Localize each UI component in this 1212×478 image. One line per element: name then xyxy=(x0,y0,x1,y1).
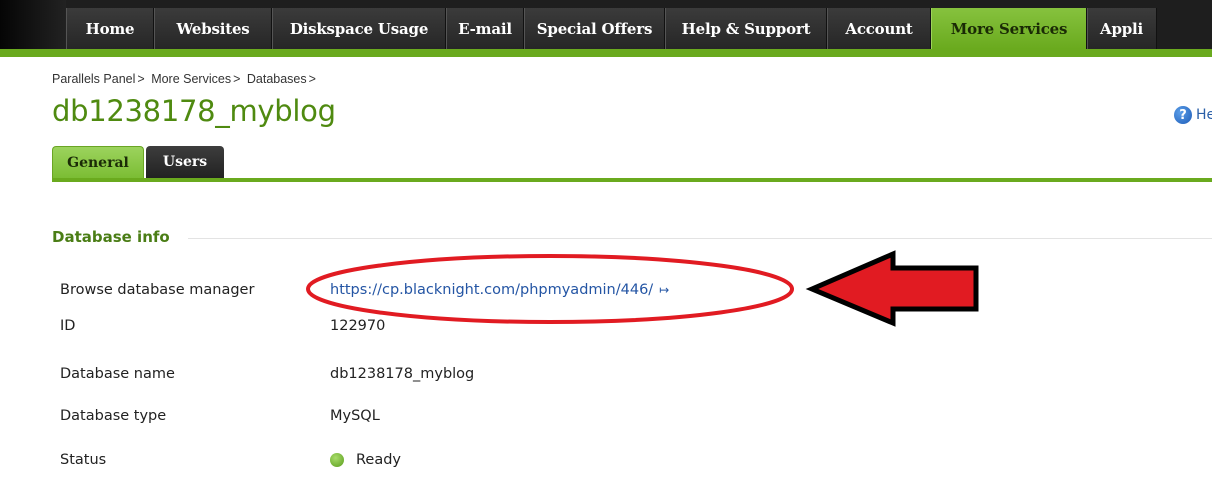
annotation-overlay xyxy=(306,250,979,327)
highlight-ellipse xyxy=(306,254,794,324)
red-arrow-icon xyxy=(805,250,979,327)
